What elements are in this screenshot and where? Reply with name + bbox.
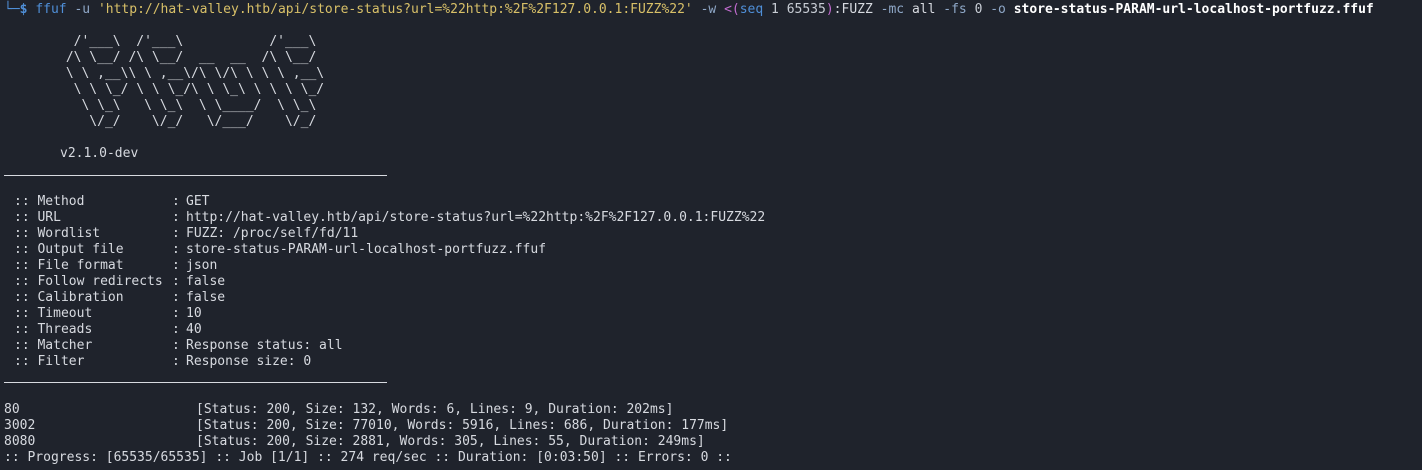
result-row[interactable]: 80 [Status: 200, Size: 132, Words: 6, Lin… xyxy=(4,402,673,418)
config-key: :: Filter xyxy=(14,354,85,369)
config-value: FUZZ: /proc/self/fd/11 xyxy=(186,226,359,241)
config-value: Response status: all xyxy=(186,338,343,353)
config-key: :: File format xyxy=(14,258,124,273)
flag-u: -u xyxy=(74,2,91,17)
separator-top xyxy=(4,175,387,176)
config-key: :: Follow redirects xyxy=(14,274,163,289)
config-value: false xyxy=(186,290,226,305)
flag-mc: -mc xyxy=(880,2,905,17)
config-colon: : xyxy=(172,210,180,225)
process-substitution-close: ) xyxy=(825,2,834,17)
url-argument: 'http://hat-valley.htb/api/store-status?… xyxy=(97,2,693,17)
flag-fs: -fs xyxy=(943,2,967,17)
config-row-wordlist: :: Wordlist: FUZZ: /proc/self/fd/11 xyxy=(14,226,358,242)
config-colon: : xyxy=(172,354,180,369)
config-key: :: Method xyxy=(14,194,85,209)
config-value: http://hat-valley.htb/api/store-status?u… xyxy=(186,210,766,225)
config-colon: : xyxy=(172,290,180,305)
separator-bottom xyxy=(4,382,387,383)
progress-status-line: :: Progress: [65535/65535] :: Job [1/1] … xyxy=(4,450,732,465)
prompt-symbol: $ xyxy=(19,2,28,17)
config-key: :: Wordlist xyxy=(14,226,101,241)
command-program: ffuf xyxy=(35,2,67,17)
config-row-timeout: :: Timeout:10 xyxy=(14,306,202,322)
config-colon: : xyxy=(172,338,180,353)
config-value: json xyxy=(186,258,218,273)
flag-w: -w xyxy=(700,2,717,17)
result-row[interactable]: 8080 [Status: 200, Size: 2881, Words: 305… xyxy=(4,434,705,450)
seq-command: seq xyxy=(739,2,764,17)
config-key: :: URL xyxy=(14,210,61,225)
result-details: [Status: 200, Size: 77010, Words: 5916, … xyxy=(196,418,729,433)
config-colon: : xyxy=(172,194,180,209)
config-row-threads: :: Threads:40 xyxy=(14,322,202,338)
seq-end: 65535 xyxy=(786,2,826,17)
config-colon: : xyxy=(172,322,180,337)
config-key: :: Output file xyxy=(14,242,124,257)
config-colon: : xyxy=(172,306,180,321)
fs-value: 0 xyxy=(974,2,983,17)
config-key: :: Calibration xyxy=(14,290,124,305)
config-key: :: Matcher xyxy=(14,338,93,353)
ffuf-ascii-banner: /'___\ /'___\ /'___\ /\ \__/ /\ \__/ __ … xyxy=(65,34,325,129)
config-colon: : xyxy=(172,226,180,241)
result-details: [Status: 200, Size: 2881, Words: 305, Li… xyxy=(196,434,705,449)
config-row-file-format: :: File format: json xyxy=(14,258,217,274)
config-colon: : xyxy=(172,242,180,257)
config-value: false xyxy=(186,274,226,289)
config-row-url: :: URL: http://hat-valley.htb/api/store-s… xyxy=(14,210,765,226)
config-row-filter: :: Filter: Response size: 0 xyxy=(14,354,311,370)
result-port: 3002 xyxy=(4,418,36,433)
fuzz-keyword: :FUZZ xyxy=(833,2,873,17)
seq-start: 1 xyxy=(771,2,779,17)
config-value: 40 xyxy=(186,322,202,337)
result-port: 80 xyxy=(4,402,20,417)
config-row-calibration: :: Calibration: false xyxy=(14,290,225,306)
result-port: 8080 xyxy=(4,434,36,449)
result-details: [Status: 200, Size: 132, Words: 6, Lines… xyxy=(196,402,674,417)
config-row-follow-redirects: :: Follow redirects: false xyxy=(14,274,225,290)
config-colon: : xyxy=(172,274,180,289)
config-row-matcher: :: Matcher: Response status: all xyxy=(14,338,343,354)
flag-o: -o xyxy=(990,2,1006,17)
config-colon: : xyxy=(172,258,180,273)
output-file-argument: store-status-PARAM-url-localhost-portfuz… xyxy=(1013,2,1374,17)
config-value: GET xyxy=(186,194,210,209)
config-key: :: Timeout xyxy=(14,306,93,321)
mc-value: all xyxy=(911,2,936,17)
process-substitution-open: <( xyxy=(724,2,740,17)
config-row-method: :: Method: GET xyxy=(14,194,209,210)
config-value: store-status-PARAM-url-localhost-portfuz… xyxy=(186,242,547,257)
config-value: Response size: 0 xyxy=(186,354,312,369)
config-value: 10 xyxy=(186,306,202,321)
prompt-corner: └─ xyxy=(4,2,20,17)
version-label: v2.1.0-dev xyxy=(60,146,139,161)
result-row[interactable]: 3002 [Status: 200, Size: 77010, Words: 59… xyxy=(4,418,728,434)
command-line[interactable]: └─$ ffuf -u 'http://hat-valley.htb/api/s… xyxy=(4,2,1374,18)
config-key: :: Threads xyxy=(14,322,93,337)
config-row-output-file: :: Output file: store-status-PARAM-url-lo… xyxy=(14,242,546,258)
